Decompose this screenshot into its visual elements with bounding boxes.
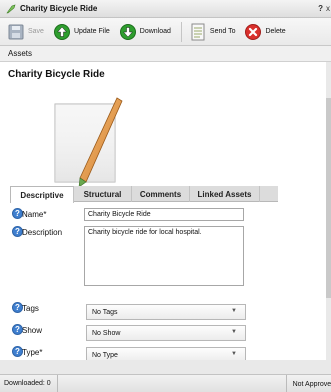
asset-icon <box>6 4 16 13</box>
close-button[interactable]: x <box>326 4 330 13</box>
tags-select[interactable]: No Tags ▼ <box>86 304 246 320</box>
show-select[interactable]: No Show ▼ <box>86 325 246 341</box>
save-button[interactable]: Save <box>8 20 44 44</box>
arrow-down-icon <box>119 23 136 40</box>
tab-structural[interactable]: Structural <box>74 186 132 202</box>
download-label: Download <box>139 28 171 35</box>
help-button[interactable]: ? <box>318 4 323 13</box>
asset-title: Charity Bicycle Ride <box>8 69 105 80</box>
toolbar-separator <box>180 21 182 42</box>
tab-comments[interactable]: Comments <box>132 186 190 202</box>
status-bar: Downloaded: 0 Not Approved <box>0 374 331 392</box>
toolbar: Save Update File Download Send To Delete <box>0 18 331 46</box>
document-pen-preview-icon <box>54 97 123 188</box>
tab-bar: Descriptive Structural Comments Linked A… <box>10 186 278 203</box>
send-to-button[interactable]: Send To <box>190 20 236 44</box>
tags-label: Tags <box>22 304 39 313</box>
asset-detail-panel: Charity Bicycle Ride Descriptive Structu… <box>0 62 326 360</box>
name-field[interactable]: Charity Bicycle Ride <box>84 208 244 221</box>
delete-x-icon <box>245 23 262 40</box>
send-to-label: Send To <box>209 28 236 35</box>
show-value: No Show <box>92 330 121 337</box>
tags-value: No Tags <box>92 309 118 316</box>
update-file-label: Update File <box>73 28 110 35</box>
name-label: Name* <box>22 210 47 219</box>
description-field[interactable]: Charity bicycle ride for local hospital. <box>84 226 244 286</box>
document-icon <box>191 23 205 40</box>
type-value: No Type <box>92 352 118 359</box>
window-title: Charity Bicycle Ride <box>20 4 98 13</box>
chevron-down-icon: ▼ <box>231 329 237 335</box>
description-label: Description <box>22 228 63 237</box>
tab-linked-assets[interactable]: Linked Assets <box>190 186 260 202</box>
download-button[interactable]: Download <box>119 20 171 44</box>
arrow-up-icon <box>53 23 70 40</box>
save-label: Save <box>28 28 44 35</box>
approval-status: Not Approved <box>285 375 331 392</box>
type-select[interactable]: No Type ▼ <box>86 347 246 360</box>
show-label: Show <box>22 326 43 335</box>
breadcrumb-assets[interactable]: Assets <box>8 49 32 58</box>
floppy-disk-icon <box>8 24 24 39</box>
type-label: Type* <box>22 348 43 357</box>
breadcrumb: Assets <box>0 46 331 62</box>
footer-spacer <box>0 360 331 374</box>
delete-button[interactable]: Delete <box>245 20 286 44</box>
tab-descriptive[interactable]: Descriptive <box>10 186 74 203</box>
chevron-down-icon: ▼ <box>231 308 237 314</box>
chevron-down-icon: ▼ <box>231 351 237 357</box>
update-file-button[interactable]: Update File <box>53 20 110 44</box>
scrollbar-thumb[interactable] <box>326 98 331 298</box>
window-titlebar: Charity Bicycle Ride ? x <box>0 0 331 18</box>
delete-label: Delete <box>265 28 286 35</box>
downloaded-count: Downloaded: 0 <box>0 374 58 392</box>
vertical-scrollbar[interactable] <box>326 62 331 360</box>
